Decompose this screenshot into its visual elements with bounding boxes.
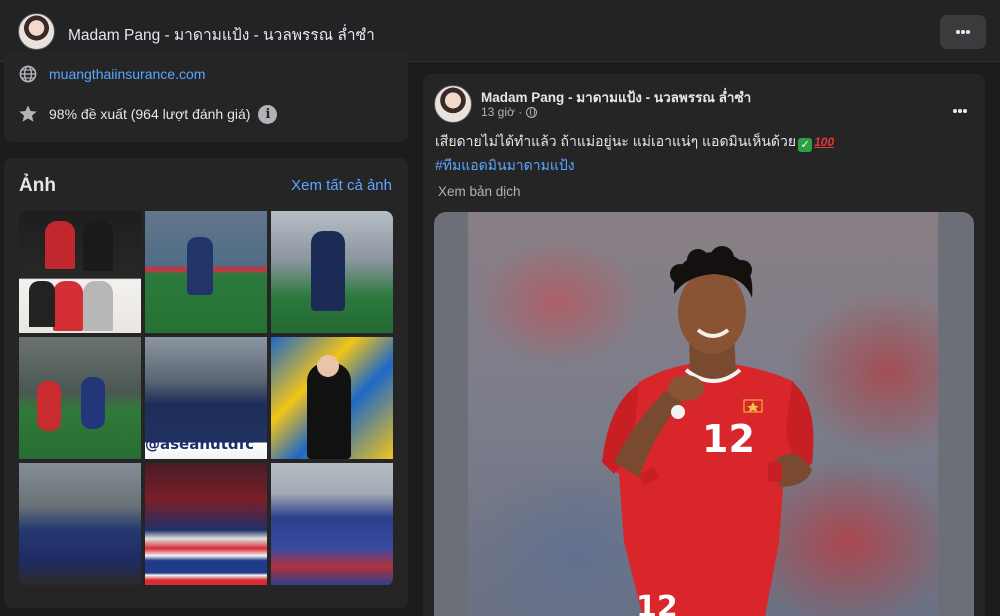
photo-grid: @aseanutdfc — [19, 211, 393, 586]
photo-tile[interactable] — [145, 463, 267, 585]
recommendation-text: 98% đề xuất (964 lượt đánh giá) — [49, 106, 251, 122]
photos-heading: Ảnh — [19, 175, 56, 196]
hundred-points-icon: 100 — [814, 135, 835, 149]
photo-tile[interactable] — [145, 211, 267, 333]
info-icon[interactable]: i — [258, 104, 278, 124]
globe-icon — [18, 64, 38, 84]
post-body: เสียดายไม่ได้ทำแล้ว ถ้าแม่อยู่นะ แม่เอาแ… — [435, 133, 797, 149]
post-hashtag[interactable]: #ทีมแอดมินมาดามแป้ง — [435, 155, 575, 177]
post-more-button[interactable] — [953, 100, 967, 118]
photo-tile[interactable] — [271, 337, 393, 459]
photos-card: Ảnh Xem tất cả ảnh @aseanutdfc — [4, 158, 408, 608]
more-icon — [956, 30, 970, 34]
post-meta: 13 giờ · — [481, 105, 538, 119]
jersey-number: 12 — [702, 417, 755, 461]
see-all-photos-link[interactable]: Xem tất cả ảnh — [291, 177, 392, 194]
post-author-avatar[interactable] — [434, 85, 472, 123]
photo-tile[interactable] — [19, 337, 141, 459]
photo-tile[interactable] — [19, 211, 141, 333]
more-icon — [953, 109, 967, 113]
photo-tile[interactable]: @aseanutdfc — [145, 337, 267, 459]
see-translation-link[interactable]: Xem bản dịch — [438, 184, 521, 199]
intro-card: muangthaiinsurance.com 98% đề xuất (964 … — [4, 52, 408, 142]
photo-tile[interactable] — [19, 463, 141, 585]
post-time[interactable]: 13 giờ · — [481, 105, 522, 119]
photo-tile[interactable] — [271, 211, 393, 333]
post-text: เสียดายไม่ได้ทำแล้ว ถ้าแม่อยู่นะ แม่เอาแ… — [435, 131, 834, 153]
photo-caption-overlay: @aseanutdfc — [145, 435, 255, 453]
website-link[interactable]: muangthaiinsurance.com — [49, 66, 205, 82]
photo-tile[interactable] — [271, 463, 393, 585]
post-image[interactable]: 12 12 — [434, 212, 974, 616]
check-mark-icon: ✓ — [798, 138, 813, 152]
website-row: muangthaiinsurance.com — [18, 64, 205, 84]
recommendation-row: 98% đề xuất (964 lượt đánh giá) i — [18, 104, 278, 124]
post-card: Madam Pang - มาดามแป้ง - นวลพรรณ ล่ำซำ 1… — [423, 74, 985, 616]
page-avatar[interactable] — [18, 13, 55, 50]
player-illustration: 12 12 — [602, 246, 814, 616]
page-title[interactable]: Madam Pang - มาดามแป้ง - นวลพรรณ ล่ำซำ — [68, 22, 375, 47]
star-icon — [18, 104, 38, 124]
public-audience-icon — [526, 106, 538, 118]
shorts-number: 12 — [636, 590, 678, 616]
more-options-button[interactable] — [940, 15, 986, 49]
